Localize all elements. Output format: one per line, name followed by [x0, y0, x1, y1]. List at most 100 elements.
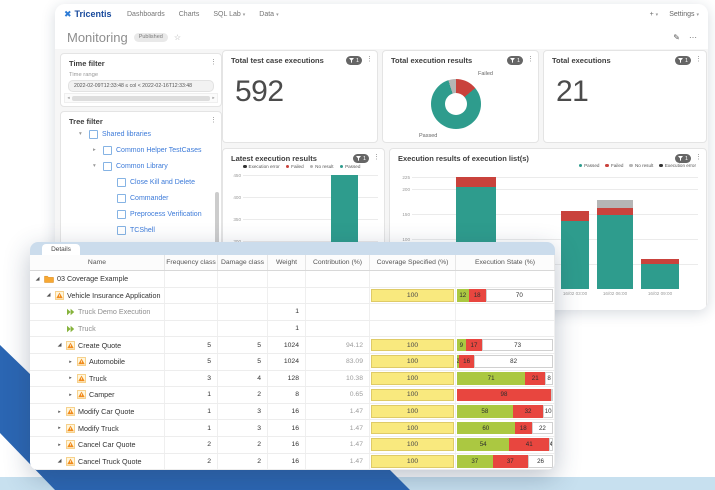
tree-filter-item[interactable]: Commander [107, 192, 169, 204]
nav-item-sql-lab[interactable]: SQL Lab▾ [213, 11, 245, 18]
tricentis-logo[interactable]: ✖ Tricentis [64, 9, 112, 19]
row-collapsed-icon[interactable]: ▸ [67, 375, 74, 381]
horizontal-scrollbar[interactable]: ◂ ▸ [64, 93, 218, 103]
filter-count-badge[interactable]: 1 [675, 154, 691, 163]
cell-frequency: 1 [165, 420, 218, 436]
checkbox[interactable] [117, 210, 126, 219]
nav-item-dashboards[interactable]: Dashboards [127, 11, 165, 18]
legend-item-passed[interactable]: Passed [340, 164, 361, 169]
donut-label-failed: Failed [478, 71, 493, 77]
checkbox[interactable] [89, 130, 98, 139]
kebab-menu-icon[interactable]: ⋮ [695, 55, 702, 63]
table-row[interactable]: ▸Cancel Car Quote22161.4710054414 [30, 437, 555, 454]
coverage-value: 100 [371, 372, 454, 385]
legend-label: Execution error [249, 164, 280, 169]
row-expanded-icon[interactable]: ◢ [56, 342, 63, 348]
cell-execution-state: 583210 [456, 404, 555, 420]
table-row[interactable]: ▸Automobile55102483.0910021682 [30, 354, 555, 371]
tree-filter-item[interactable]: Preprocess Verification [107, 208, 202, 220]
legend-item-failed[interactable]: Failed [605, 163, 623, 168]
scroll-right-icon[interactable]: ▸ [210, 95, 217, 101]
column-header-execution-state-[interactable]: Execution State (%) [456, 255, 555, 270]
tree-filter-item[interactable]: ▸Common Helper TestCases [93, 144, 201, 156]
row-collapsed-icon[interactable]: ▸ [67, 392, 74, 398]
checkbox[interactable] [103, 162, 112, 171]
column-header-coverage-specified-[interactable]: Coverage Specified (%) [370, 255, 456, 270]
edit-pencil-icon[interactable]: ✎ [673, 33, 680, 42]
row-collapsed-icon[interactable]: ▸ [56, 425, 63, 431]
legend-item-no-result[interactable]: No result [629, 163, 653, 168]
table-row[interactable]: ▸Camper1280.65100982 [30, 387, 555, 404]
time-range-value[interactable]: 2022-02-09T12:33:48 ≤ col < 2022-02-16T1… [68, 80, 214, 92]
funnel-icon [356, 156, 361, 161]
row-collapsed-icon[interactable]: ▸ [56, 442, 63, 448]
chevron-down-icon: ▾ [656, 12, 659, 18]
row-expanded-icon[interactable]: ◢ [34, 276, 41, 282]
new-button[interactable]: +▾ [650, 11, 659, 18]
cell-execution-state [456, 271, 555, 287]
exec-segment-red: 37 [493, 455, 529, 468]
legend-item-no-result[interactable]: No result [310, 164, 334, 169]
table-row[interactable]: Truck1 [30, 321, 555, 338]
column-header-frequency-class[interactable]: Frequency class [165, 255, 218, 270]
checkbox[interactable] [117, 226, 126, 235]
kebab-menu-icon[interactable]: ⋮ [366, 55, 373, 63]
legend-item-passed[interactable]: Passed [579, 163, 600, 168]
tree-filter-item[interactable]: TCShell [107, 224, 155, 236]
collapsed-caret-icon[interactable]: ▸ [93, 147, 99, 153]
nav-item-data[interactable]: Data▾ [259, 11, 278, 18]
legend-item-failed[interactable]: Failed [286, 164, 304, 169]
column-header-name[interactable]: Name [30, 255, 165, 270]
table-row[interactable]: ▸Truck3412810.3810071218 [30, 371, 555, 388]
table-row[interactable]: ▸Modify Truck13161.47100601822 [30, 420, 555, 437]
table-row[interactable]: ◢Vehicle Insurance Application100121870 [30, 288, 555, 305]
checkbox[interactable] [103, 146, 112, 155]
column-header-weight[interactable]: Weight [268, 255, 306, 270]
table-row[interactable]: ◢Create Quote55102494.1210091773 [30, 337, 555, 354]
donut-chart[interactable] [431, 79, 481, 129]
row-collapsed-icon[interactable]: ▸ [56, 409, 63, 415]
kebab-menu-icon[interactable]: ⋮ [373, 153, 380, 161]
row-collapsed-icon[interactable]: ▸ [67, 359, 74, 365]
tree-filter-item[interactable]: ▾Common Library [93, 160, 168, 172]
exec-segment-red: 16 [459, 355, 474, 368]
favorite-star-icon[interactable]: ☆ [174, 33, 181, 42]
tree-filter-item[interactable]: Close Kill and Delete [107, 176, 195, 188]
kebab-menu-icon[interactable]: ⋮ [210, 58, 217, 66]
vertical-scrollbar[interactable] [215, 192, 219, 247]
legend-item-execution-error[interactable]: Execution error [659, 163, 696, 168]
kebab-menu-icon[interactable]: ⋮ [527, 55, 534, 63]
settings-menu[interactable]: Settings▾ [669, 11, 699, 18]
cell-frequency [165, 321, 218, 337]
scroll-left-icon[interactable]: ◂ [65, 95, 72, 101]
checkbox[interactable] [117, 194, 126, 203]
row-name: Modify Car Quote [78, 407, 134, 416]
nav-item-charts[interactable]: Charts [179, 11, 200, 18]
table-row[interactable]: ▸Modify Car Quote13161.47100583210 [30, 404, 555, 421]
bar-segment-failed [456, 177, 496, 187]
table-row[interactable]: ◢03 Coverage Example [30, 271, 555, 288]
published-badge[interactable]: Published [134, 33, 168, 42]
column-header-damage-class[interactable]: Damage class [218, 255, 268, 270]
legend-label: Passed [345, 164, 360, 169]
legend-item-execution-error[interactable]: Execution error [243, 164, 280, 169]
table-row[interactable]: ◢Cancel Truck Quote22161.47100373726 [30, 454, 555, 470]
filter-count-badge[interactable]: 1 [507, 56, 523, 65]
row-expanded-icon[interactable]: ◢ [45, 292, 52, 298]
filter-count-badge[interactable]: 1 [353, 154, 369, 163]
expanded-caret-icon[interactable]: ▾ [79, 131, 85, 137]
column-header-contribution-[interactable]: Contribution (%) [306, 255, 370, 270]
row-expanded-icon[interactable]: ◢ [56, 458, 63, 464]
expanded-caret-icon[interactable]: ▾ [93, 163, 99, 169]
tab-details[interactable]: Details [42, 244, 80, 255]
table-row[interactable]: Truck Demo Execution1 [30, 304, 555, 321]
checkbox[interactable] [117, 178, 126, 187]
filter-count-badge[interactable]: 1 [346, 56, 362, 65]
coverage-value: 100 [371, 389, 454, 402]
more-options-icon[interactable]: ⋯ [689, 33, 698, 42]
kebab-menu-icon[interactable]: ⋮ [695, 153, 702, 161]
tree-filter-item[interactable]: ▾Shared libraries [79, 128, 151, 140]
kebab-menu-icon[interactable]: ⋮ [210, 116, 217, 124]
filter-count-badge[interactable]: 1 [675, 56, 691, 65]
scrollbar-thumb[interactable] [72, 96, 210, 101]
